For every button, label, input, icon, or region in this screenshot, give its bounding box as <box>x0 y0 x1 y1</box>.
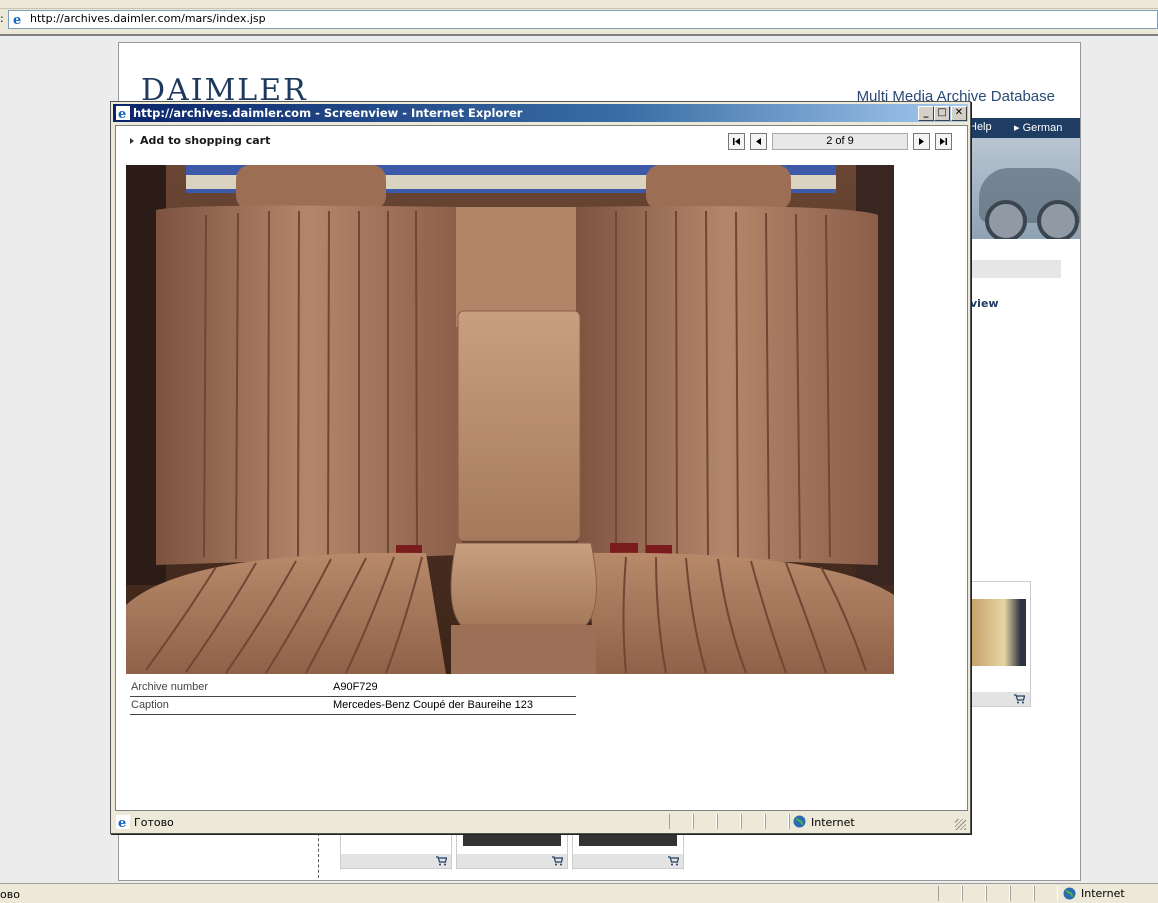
arrow-right-icon <box>130 138 134 144</box>
top-nav: Help ▸ German <box>967 118 1080 138</box>
first-page-icon <box>733 138 740 145</box>
cart-icon[interactable] <box>1014 694 1025 704</box>
ie-icon: e <box>116 106 130 120</box>
status-text: ово <box>0 888 20 901</box>
cart-icon[interactable] <box>668 856 679 866</box>
zone-label: Internet <box>811 816 855 829</box>
metadata-table: Archive number A90F729 Caption Mercedes-… <box>130 679 576 715</box>
archive-photo[interactable] <box>126 165 894 674</box>
ie-icon: e <box>116 815 130 829</box>
svg-text:e: e <box>118 107 126 120</box>
browser-status-bar: ово Internet <box>0 883 1158 903</box>
cart-icon[interactable] <box>552 856 563 866</box>
archive-number-label: Archive number <box>131 681 209 693</box>
first-page-button[interactable] <box>728 133 745 150</box>
address-input[interactable]: e http://archives.daimler.com/mars/index… <box>8 10 1158 29</box>
archive-number-value: A90F729 <box>333 681 378 693</box>
prev-page-icon <box>756 138 761 145</box>
thumbnail-card[interactable] <box>340 833 452 869</box>
next-page-icon <box>919 138 924 145</box>
rear-seat-image <box>126 165 894 674</box>
minimize-icon[interactable]: _ <box>918 106 934 121</box>
close-icon[interactable]: ✕ <box>951 106 967 121</box>
thumbnail-card[interactable] <box>572 833 684 869</box>
table-row: Caption Mercedes-Benz Coupé der Baureihe… <box>130 697 576 715</box>
browser-toolbar <box>0 0 1158 9</box>
address-bar: : e http://archives.daimler.com/mars/ind… <box>0 9 1158 30</box>
popup-titlebar[interactable]: e http://archives.daimler.com - Screenvi… <box>113 104 968 122</box>
hero-image <box>967 138 1080 239</box>
table-row: Archive number A90F729 <box>130 679 576 697</box>
caption-label: Caption <box>131 699 169 711</box>
thumbnail-card[interactable] <box>456 833 568 869</box>
last-page-icon <box>940 138 947 145</box>
maximize-icon[interactable]: □ <box>934 106 950 121</box>
view-link[interactable]: view <box>970 297 999 310</box>
ie-icon: e <box>11 12 25 26</box>
divider <box>318 833 319 878</box>
thumbnail-image <box>972 599 1026 666</box>
popup-title: http://archives.daimler.com - Screenview… <box>133 106 523 120</box>
add-to-cart-link[interactable]: Add to shopping cart <box>130 134 270 147</box>
screenview-popup: e http://archives.daimler.com - Screenvi… <box>110 101 971 834</box>
address-url: http://archives.daimler.com/mars/index.j… <box>30 12 266 25</box>
popup-status-bar: e Готово Internet <box>113 813 968 831</box>
thumbnail-card[interactable] <box>967 581 1031 707</box>
svg-text:e: e <box>13 13 21 26</box>
thumbnail-image <box>463 834 561 846</box>
popup-content: Add to shopping cart 2 of 9 Archive numb… <box>115 125 968 811</box>
cart-icon[interactable] <box>436 856 447 866</box>
last-page-button[interactable] <box>935 133 952 150</box>
search-bar <box>967 260 1061 278</box>
nav-german-link[interactable]: ▸ German <box>1014 121 1062 134</box>
status-text: Готово <box>134 816 174 829</box>
prev-page-button[interactable] <box>750 133 767 150</box>
caption-value: Mercedes-Benz Coupé der Baureihe 123 <box>333 699 533 711</box>
zone-label: Internet <box>1081 887 1125 900</box>
nav-help-link[interactable]: Help <box>969 121 992 133</box>
page-indicator: 2 of 9 <box>772 133 908 150</box>
globe-icon <box>1063 887 1076 900</box>
resize-grip[interactable] <box>955 819 966 830</box>
svg-text:e: e <box>118 816 126 829</box>
globe-icon <box>793 815 806 828</box>
thumbnail-image <box>579 834 677 846</box>
next-page-button[interactable] <box>913 133 930 150</box>
